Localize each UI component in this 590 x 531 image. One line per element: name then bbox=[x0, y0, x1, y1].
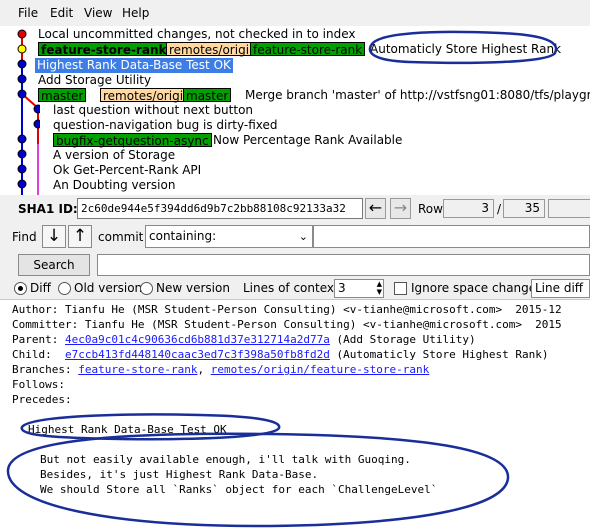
menu-file[interactable]: File bbox=[18, 6, 38, 20]
graph-node bbox=[17, 29, 27, 39]
menu-view[interactable]: View bbox=[84, 6, 112, 20]
commit-row[interactable]: Now Percentage Rank Available bbox=[213, 133, 402, 148]
context-value: 3 bbox=[338, 281, 346, 295]
diff-mode-select[interactable]: Line diff bbox=[531, 279, 590, 298]
diff-options-bar: Diff Old version New version Lines of co… bbox=[0, 279, 590, 299]
search-bar: Search bbox=[0, 251, 590, 279]
sha-label: SHA1 ID: bbox=[18, 202, 78, 216]
commit-row[interactable]: Ok Get-Percent-Rank API bbox=[53, 163, 201, 178]
find-bar: Find ↓ ↑ commit containing: ⌄ bbox=[0, 223, 590, 251]
graph-node bbox=[33, 104, 40, 114]
row-current: 3 bbox=[443, 199, 494, 218]
ignore-space-label: Ignore space change bbox=[411, 281, 537, 295]
commit-row[interactable]: last question without next button bbox=[53, 103, 253, 118]
new-version-label: New version bbox=[156, 281, 230, 295]
old-version-label: Old version bbox=[74, 281, 143, 295]
menu-edit[interactable]: Edit bbox=[50, 6, 73, 20]
commit-row[interactable]: An Doubting version bbox=[53, 178, 175, 193]
parent-sha-link[interactable]: 4ec0a9c01c4c90636cd6b881d37e312714a2d77a bbox=[65, 333, 330, 346]
left-arrow-icon[interactable]: ← bbox=[365, 198, 386, 219]
new-version-radio[interactable] bbox=[140, 282, 153, 295]
committer-line: Committer: Tianfu He (MSR Student-Person… bbox=[12, 318, 562, 331]
commit-row-selected[interactable]: Highest Rank Data-Base Test OK bbox=[35, 58, 233, 73]
remote-prefix-tag[interactable]: remotes/origin/ bbox=[166, 42, 263, 57]
graph-node bbox=[17, 179, 27, 189]
parent-message: (Add Storage Utility) bbox=[329, 333, 476, 346]
branches-line: Branches: feature-store-rank, remotes/or… bbox=[12, 363, 429, 377]
graph-node bbox=[17, 89, 27, 99]
remote-branch-tag[interactable]: master bbox=[183, 88, 232, 103]
commit-row[interactable]: question-navigation bug is dirty-fixed bbox=[53, 118, 278, 133]
chevron-down-icon: ⌄ bbox=[298, 230, 308, 243]
commit-row[interactable]: Local uncommitted changes, not checked i… bbox=[38, 27, 355, 42]
down-arrow-icon[interactable]: ↓ bbox=[42, 225, 66, 248]
branch-separator: , bbox=[197, 363, 211, 376]
commit-row[interactable]: Merge branch 'master' of http://vstfsng0… bbox=[245, 88, 590, 103]
commit-label: commit bbox=[98, 230, 144, 244]
diff-radio[interactable] bbox=[14, 282, 27, 295]
menu-help[interactable]: Help bbox=[122, 6, 149, 20]
commit-history-pane[interactable]: Local uncommitted changes, not checked i… bbox=[0, 26, 590, 195]
commit-row[interactable]: A version of Storage bbox=[53, 148, 175, 163]
author-line: Author: Tianfu He (MSR Student-Person Co… bbox=[12, 303, 562, 316]
row-label: Row bbox=[418, 202, 443, 216]
search-input[interactable] bbox=[97, 254, 590, 276]
precedes-line: Precedes: bbox=[12, 393, 72, 406]
context-label: Lines of context: bbox=[243, 281, 343, 295]
graph-node bbox=[17, 74, 27, 84]
commit-body-line: Besides, it's just Highest Rank Data-Bas… bbox=[40, 468, 319, 481]
remote-branch-link[interactable]: remotes/origin/feature-store-rank bbox=[211, 363, 430, 376]
context-spinner[interactable]: 3 ▲ ▼ bbox=[334, 279, 384, 298]
branch-tag[interactable]: feature-store-rank bbox=[38, 42, 170, 57]
commit-graph bbox=[17, 29, 40, 195]
graph-node bbox=[17, 149, 27, 159]
graph-node bbox=[17, 164, 27, 174]
commit-body-line: We should Store all `Ranks` object for e… bbox=[40, 483, 438, 496]
row-extra-field bbox=[548, 199, 590, 218]
child-label: Child: bbox=[12, 348, 65, 361]
row-separator: / bbox=[497, 202, 502, 216]
up-arrow-icon[interactable]: ↑ bbox=[68, 225, 92, 248]
ignore-space-checkbox[interactable] bbox=[394, 282, 407, 295]
row-total: 35 bbox=[503, 199, 545, 218]
find-mode-value: containing: bbox=[149, 229, 217, 243]
remote-branch-tag[interactable]: feature-store-rank bbox=[250, 42, 366, 57]
old-version-radio[interactable] bbox=[58, 282, 71, 295]
child-sha-link[interactable]: e7ccb413fd448140caac3ed7c3f398a50fb8fd2d bbox=[65, 348, 330, 361]
diff-radio-label: Diff bbox=[30, 281, 51, 295]
sha-input[interactable]: 2c60de944e5f394dd6d9b7c2bb88108c92133a32 bbox=[77, 198, 363, 219]
branch-tag[interactable]: bugfix-getquestion-async bbox=[53, 133, 212, 148]
menu-bar: File Edit View Help bbox=[0, 0, 590, 26]
branch-tag[interactable]: master bbox=[38, 88, 87, 103]
find-input[interactable] bbox=[313, 225, 590, 248]
sha-bar: SHA1 ID: 2c60de944e5f394dd6d9b7c2bb88108… bbox=[0, 195, 590, 223]
commit-subject: Highest Rank Data-Base Test OK bbox=[28, 423, 227, 436]
graph-node bbox=[17, 44, 27, 54]
graph-node bbox=[17, 134, 27, 144]
commit-details: Author: Tianfu He (MSR Student-Person Co… bbox=[0, 299, 590, 531]
child-message: (Automaticly Store Highest Rank) bbox=[329, 348, 549, 361]
branch-link[interactable]: feature-store-rank bbox=[78, 363, 197, 376]
commit-row[interactable]: Add Storage Utility bbox=[38, 73, 151, 88]
right-arrow-icon[interactable]: → bbox=[390, 198, 411, 219]
child-line: Child: e7ccb413fd448140caac3ed7c3f398a50… bbox=[12, 348, 548, 362]
graph-node bbox=[17, 59, 27, 69]
graph-node bbox=[33, 119, 40, 129]
find-mode-select[interactable]: containing: ⌄ bbox=[145, 225, 313, 248]
commit-body-line: But not easily available enough, i'll ta… bbox=[40, 453, 411, 466]
parent-line: Parent: 4ec0a9c01c4c90636cd6b881d37e3127… bbox=[12, 333, 476, 347]
parent-label: Parent: bbox=[12, 333, 65, 346]
follows-line: Follows: bbox=[12, 378, 65, 391]
spinner-arrows-icon[interactable]: ▲ ▼ bbox=[377, 280, 382, 296]
find-label: Find bbox=[12, 230, 37, 244]
commit-row[interactable]: Automaticly Store Highest Rank bbox=[370, 42, 561, 57]
branches-label: Branches: bbox=[12, 363, 79, 376]
search-button[interactable]: Search bbox=[18, 254, 90, 276]
